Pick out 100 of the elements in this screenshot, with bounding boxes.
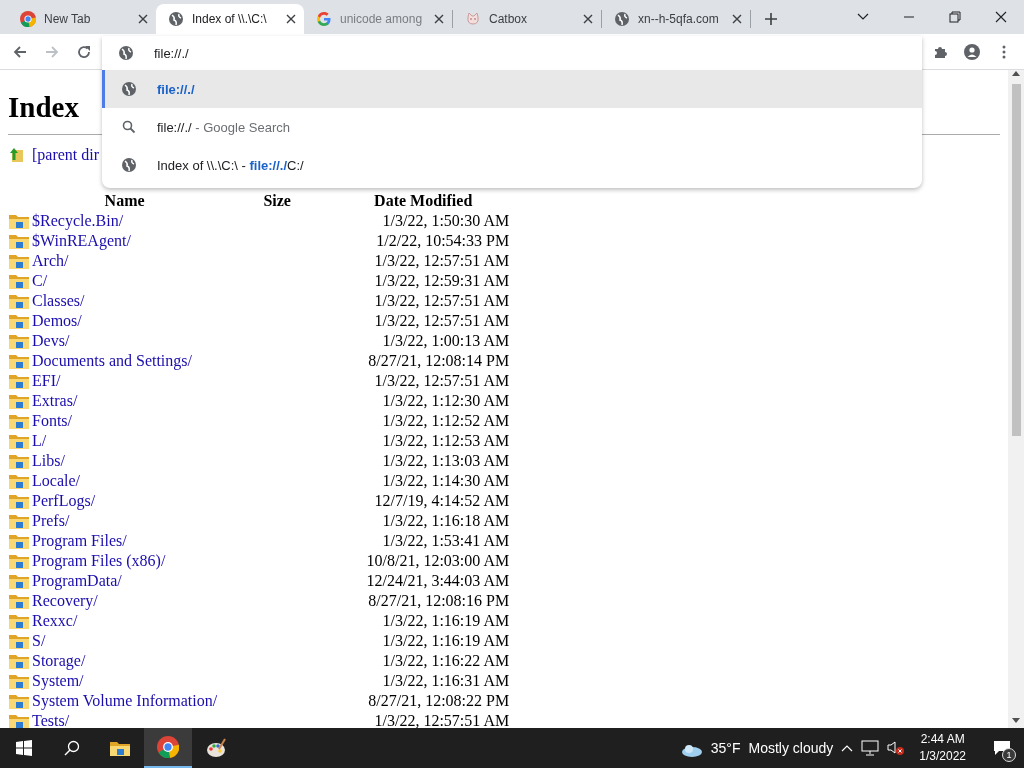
folder-link[interactable]: Libs/: [32, 452, 65, 469]
scroll-thumb[interactable]: [1011, 84, 1021, 436]
folder-link[interactable]: $Recycle.Bin/: [32, 212, 124, 229]
folder-link[interactable]: System Volume Information/: [32, 692, 218, 709]
suggestion-item[interactable]: file://./ - Google Search: [102, 108, 922, 146]
browser-tab[interactable]: Index of \\.\C:\: [156, 4, 304, 34]
cat-icon: [465, 11, 481, 27]
globe-icon: [614, 11, 630, 27]
browser-tab[interactable]: New Tab: [8, 4, 156, 34]
folder-link[interactable]: $WinREAgent/: [32, 232, 131, 249]
date-modified: 1/3/22, 1:16:31 AM: [382, 672, 510, 689]
folder-icon: [8, 452, 30, 470]
folder-link[interactable]: L/: [32, 432, 47, 449]
folder-link[interactable]: ProgramData/: [32, 572, 122, 589]
scroll-down-icon[interactable]: [1012, 718, 1020, 724]
suggestion-item[interactable]: Index of \\.\C:\ - file://./C:/: [102, 146, 922, 184]
date-modified: 1/3/22, 1:13:03 AM: [382, 452, 510, 469]
folder-link[interactable]: Program Files/: [32, 532, 127, 549]
back-icon: [12, 43, 28, 60]
forward-icon: [44, 43, 60, 60]
folder-link[interactable]: System/: [32, 672, 84, 689]
folder-icon: [8, 512, 30, 530]
parent-directory-link[interactable]: [parent dir: [32, 146, 100, 164]
clock-time[interactable]: 2:44 AM: [920, 731, 965, 748]
folder-icon: [8, 292, 30, 310]
globe-icon: [168, 11, 184, 27]
folder-link[interactable]: Rexxc/: [32, 612, 78, 629]
close-icon: [994, 10, 1008, 24]
date-modified: 12/7/19, 4:14:52 AM: [374, 492, 510, 509]
folder-link[interactable]: Arch/: [32, 252, 69, 269]
folder-link[interactable]: Prefs/: [32, 512, 70, 529]
folder-icon: [8, 252, 30, 270]
globe-icon: [121, 157, 137, 173]
network-icon[interactable]: [861, 740, 880, 756]
folder-icon: [8, 332, 30, 350]
folder-icon: [8, 532, 30, 550]
folder-link[interactable]: Fonts/: [32, 412, 72, 429]
scrollbar[interactable]: [1008, 70, 1024, 728]
globe-icon: [121, 81, 137, 97]
folder-link[interactable]: Recovery/: [32, 592, 98, 609]
folder-icon: [8, 272, 30, 290]
date-modified: 1/3/22, 1:16:22 AM: [382, 652, 510, 669]
date-modified: 1/3/22, 1:16:19 AM: [382, 632, 510, 649]
scroll-up-icon[interactable]: [1012, 70, 1020, 76]
notifications-button[interactable]: 1: [980, 728, 1024, 768]
folder-link[interactable]: Locale/: [32, 472, 80, 489]
taskbar-app[interactable]: [144, 728, 192, 768]
suggestion-item[interactable]: file://./: [102, 70, 922, 108]
folder-icon: [8, 232, 30, 250]
folder-link[interactable]: Devs/: [32, 332, 70, 349]
temperature: 35°F: [710, 740, 741, 756]
folder-link[interactable]: PerfLogs/: [32, 492, 96, 509]
date-modified: 1/3/22, 1:50:30 AM: [382, 212, 510, 229]
close-icon[interactable]: [286, 14, 296, 24]
close-icon[interactable]: [138, 14, 148, 24]
browser-tab[interactable]: Catbox: [453, 4, 601, 34]
date-modified: 1/3/22, 1:12:30 AM: [382, 392, 510, 409]
folder-link[interactable]: Program Files (x86)/: [32, 552, 166, 569]
date-modified: 1/3/22, 12:59:31 AM: [374, 272, 510, 289]
column-header: Size: [262, 191, 292, 211]
folder-link[interactable]: S/: [32, 632, 46, 649]
date-modified: 1/3/22, 1:16:18 AM: [382, 512, 510, 529]
folder-icon: [8, 692, 30, 710]
folder-link[interactable]: Storage/: [32, 652, 86, 669]
google-icon: [316, 11, 332, 27]
folder-icon: [8, 472, 30, 490]
folder-icon: [8, 632, 30, 650]
folder-icon: [8, 312, 30, 330]
search-icon: [64, 740, 80, 756]
browser-tab[interactable]: xn--h-5qfa.com: [602, 4, 750, 34]
windows-logo-icon: [16, 740, 32, 756]
close-icon[interactable]: [583, 14, 593, 24]
folder-link[interactable]: Demos/: [32, 312, 82, 329]
folder-link[interactable]: Classes/: [32, 292, 85, 309]
date-modified: 1/3/22, 12:57:51 AM: [374, 292, 510, 309]
date-modified: 1/2/22, 10:54:33 PM: [376, 232, 510, 249]
folder-link[interactable]: Tests/: [32, 712, 70, 728]
chrome-icon: [20, 11, 36, 27]
close-icon[interactable]: [732, 14, 742, 24]
date-modified: 8/27/21, 12:08:14 PM: [368, 352, 510, 369]
folder-icon: [109, 739, 131, 757]
folder-icon: [8, 552, 30, 570]
folder-icon: [8, 492, 30, 510]
search-icon: [121, 119, 137, 135]
close-icon[interactable]: [434, 14, 444, 24]
folder-icon: [8, 652, 30, 670]
folder-icon: [8, 412, 30, 430]
page-heading: Index: [8, 90, 79, 124]
folder-link[interactable]: Extras/: [32, 392, 78, 409]
date-modified: 1/3/22, 1:16:19 AM: [382, 612, 510, 629]
folder-link[interactable]: C/: [32, 272, 48, 289]
chevron-up-icon[interactable]: [841, 744, 854, 752]
clock-date[interactable]: 1/3/2022: [919, 748, 966, 765]
folder-link[interactable]: EFI/: [32, 372, 61, 389]
column-header: Name: [103, 191, 146, 211]
notification-count: 1: [1002, 748, 1016, 762]
date-modified: 1/3/22, 1:12:53 AM: [382, 432, 510, 449]
speaker-muted-icon[interactable]: [887, 740, 906, 756]
folder-link[interactable]: Documents and Settings/: [32, 352, 192, 369]
column-header: Date Modified: [373, 191, 474, 211]
